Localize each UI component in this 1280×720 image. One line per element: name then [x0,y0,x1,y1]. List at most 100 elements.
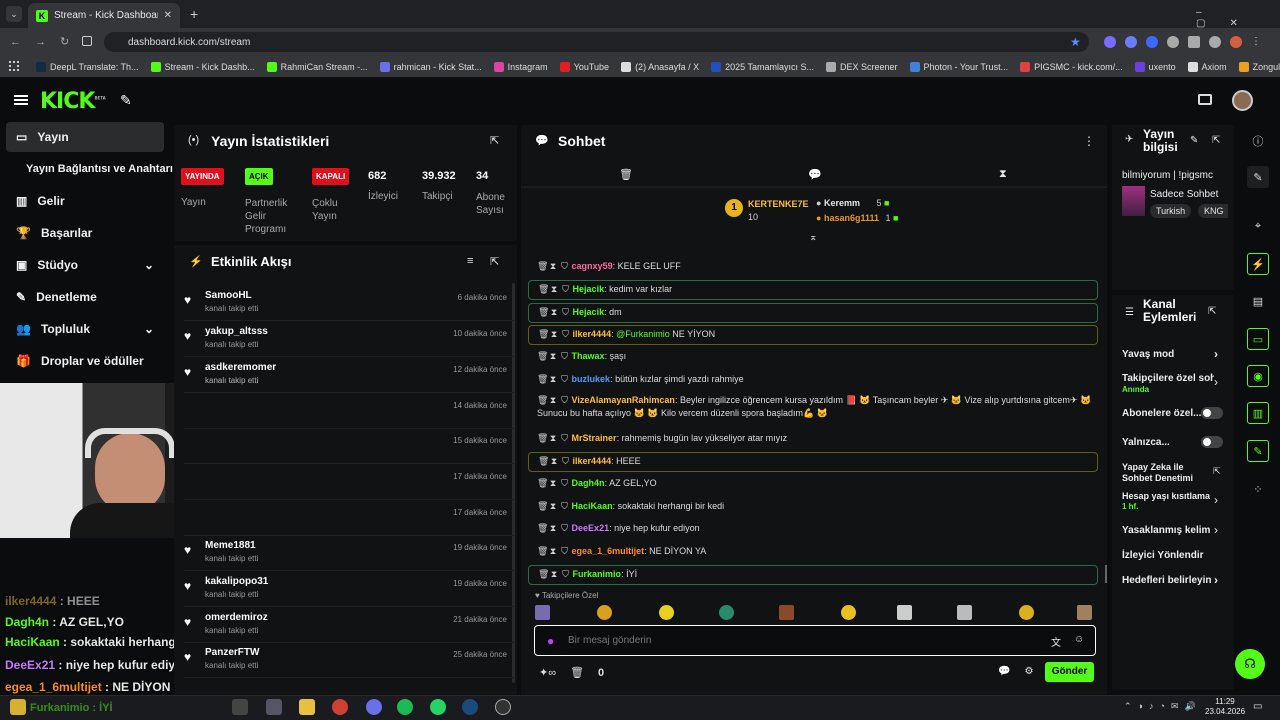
translate-icon[interactable]: 文 [1051,634,1061,649]
bookmark-item[interactable]: Photon - Your Trust... [904,61,1015,72]
chat-settings-icons[interactable]: 💬⚙ [998,666,1047,677]
bookmark-item[interactable]: Axiom [1182,61,1233,72]
timeout-icon[interactable]: ⧗ [550,328,559,341]
delete-icon[interactable]: 🗑 [537,350,548,363]
chat-message[interactable]: 🗑 ⧗ ⛉ cagnxy59: KELE GEL UFF [528,258,1098,276]
shield-icon[interactable]: ⛉ [561,568,570,581]
settings-dots-icon[interactable]: ⁘ [1247,478,1269,500]
list-item[interactable]: ♥ yakup_altsss kanalı takip etti 10 dakika … [184,323,514,357]
chevron-right-icon[interactable]: › [1214,523,1218,537]
list-item[interactable]: ♥ Meme1881 kanalı takip etti 19 dakika önce [184,537,514,571]
bookmark-item[interactable]: Instagram [488,61,554,72]
delete-icon[interactable]: 🗑 [537,500,548,513]
chat-input[interactable]: Bir mesaj gönderin [568,635,651,646]
obs-icon[interactable] [495,699,511,715]
chat-message[interactable]: 🗑 ⧗ ⛉ egea_1_6multijet: NE DİYON YA [528,543,1098,561]
action-hedefler[interactable]: Hedefleri belirleyin › [1122,573,1218,587]
chat-message[interactable]: 🗑 ⧗ ⛉ buzlukek: bütün kızlar şimdi yazdı… [528,371,1098,389]
list-item[interactable]: 14 dakika önce [184,395,514,429]
explorer-icon[interactable] [299,699,315,715]
wrench-icon[interactable]: ✎ [1247,440,1269,462]
chat-message[interactable]: 🗑 ⧗ ⛉ MrStrainer: rahmemiş bugün lav yük… [528,430,1098,448]
list-item[interactable]: 17 dakika önce [184,466,514,500]
chat-message[interactable]: 🗑 ⧗ ⛉ ilker4444: @Furkanimio NE YİYON [528,325,1098,345]
chevron-right-icon[interactable]: › [1214,493,1218,507]
popout-icon[interactable]: ⇱ [1208,306,1216,317]
edit-icon[interactable]: ✎ [1247,166,1269,188]
chat-message[interactable]: 🗑 ⧗ ⛉ ilker4444: HEEE [528,452,1098,472]
action-hesap-yasi[interactable]: Hesap yaşı kısıtlaması [1122,491,1210,501]
bolt-icon[interactable]: ⚡ [1247,253,1269,275]
tab-search-icon[interactable]: ⌄ [6,6,22,22]
chat-username[interactable]: egea_1_6multijet [572,546,645,556]
chat-message[interactable]: 🗑 ⧗ ⛉ Thawax: şaşı [528,348,1098,366]
chat-username[interactable]: Thawax [572,351,605,361]
delete-icon[interactable]: 🗑 [537,260,548,273]
timeout-icon[interactable]: ⧗ [550,568,559,581]
chat-username[interactable]: ilker4444 [573,456,612,466]
shield-icon[interactable]: ⛉ [560,545,569,558]
bookmark-item[interactable]: PIGSMC - kick.com/... [1014,61,1129,72]
shield-icon[interactable]: ⛉ [560,477,569,490]
tv-icon[interactable] [1198,94,1212,105]
delete-icon[interactable]: 🗑 [537,432,548,445]
delete-icon[interactable]: 🗑 [537,522,548,535]
infinity-icon[interactable]: ✦∞ [539,666,556,679]
list-item[interactable]: ♥ omerdemiroz kanalı takip etti 21 dakika ö… [184,609,514,643]
app-icon[interactable] [266,699,282,715]
list-item[interactable]: ♥ SamooHL kanalı takip etti 6 dakika önce [184,287,514,321]
timeout-icon[interactable]: ⧗ [550,455,559,468]
shield-icon[interactable]: ⛉ [560,350,569,363]
nav-buttons[interactable]: ←→↻ [10,35,83,48]
clock[interactable]: 11:29 23.04.2026 [1205,697,1245,717]
chat-mention[interactable]: @Furkanimio [616,329,670,339]
gift-box-icon[interactable]: 🗑 [570,666,584,679]
hourglass-tab-icon[interactable]: ⧗ [999,168,1007,181]
chat-username[interactable]: Hejacik [573,284,605,294]
timeout-icon[interactable]: ⧗ [549,432,558,445]
bookmark-item[interactable]: rahmican - Kick Stat... [374,61,488,72]
chat-username[interactable]: MrStrainer [572,433,617,443]
steam-icon[interactable] [462,699,478,715]
apps-icon[interactable] [9,61,19,71]
chat-message[interactable]: 🗑 ⧗ ⛉ Furkanimio: İYİ [528,565,1098,585]
delete-icon[interactable]: 🗑 [538,568,549,581]
chat-input-box[interactable]: ● Bir mesaj gönderin 文 ☺ [534,625,1096,656]
close-tab-icon[interactable]: ✕ [164,10,172,21]
bookmark-item[interactable]: DEX Screener [820,61,904,72]
timeout-icon[interactable]: ⧗ [549,500,558,513]
collapse-icon[interactable]: ⌅ [809,232,817,243]
kick-logo[interactable]: KICKBETA [40,89,106,114]
sidebar-item-topluluk[interactable]: 👥 Topluluk ⌄ [6,314,164,344]
popout-icon[interactable]: ⇱ [1212,135,1220,146]
sidebar-item-droplar[interactable]: 🎁 Droplar ve ödüller [6,346,164,376]
send-button[interactable]: Gönder [1045,662,1094,682]
bookmark-item[interactable]: Zonguldak İngilizce... [1233,61,1280,72]
delete-icon[interactable]: 🗑 [537,394,548,407]
avatar[interactable] [1232,90,1253,111]
bookmark-item[interactable]: YouTube [554,61,615,72]
chat-message[interactable]: 🗑 ⧗ ⛉ Dagh4n: AZ GEL,YO [528,475,1098,493]
spotify-icon[interactable] [397,699,413,715]
sidebar-item-yayin[interactable]: ▭ Yayın [6,122,164,152]
chat-username[interactable]: Hejacik [573,307,605,317]
sidebar-item-studyo[interactable]: ▣ Stüdyo ⌄ [6,250,164,280]
timeout-icon[interactable]: ⧗ [549,477,558,490]
action-yalnizca[interactable]: Yalnızca... [1122,437,1170,448]
sidebar-item-denetleme[interactable]: ✎ Denetleme [6,282,164,312]
action-takipci-ozel[interactable]: Takipçilere özel sohbet [1122,373,1214,384]
action-yavas-mod[interactable]: Yavaş mod › [1122,347,1218,361]
edit-icon[interactable]: ✎ [1190,135,1198,146]
bookmark-item[interactable]: RahmiCan Stream -... [261,61,374,72]
browser-tab[interactable]: K Stream - Kick Dashboard ✕ [28,3,180,28]
emoji-icon[interactable]: ☺ [1074,634,1084,645]
action-abonelere[interactable]: Abonelere özel... [1122,408,1201,419]
menu-icon[interactable] [14,95,28,105]
address-input[interactable]: dashboard.kick.com/stream [104,32,1089,52]
shield-icon[interactable]: ⛉ [560,432,569,445]
chat-message[interactable]: 🗑 ⧗ ⛉ Hejacik: kedim var kızlar [528,280,1098,300]
discord-icon[interactable] [366,699,382,715]
chat-message[interactable]: 🗑 ⧗ ⛉ Hejacik: dm [528,303,1098,323]
chat-username[interactable]: ilker4444 [573,329,612,339]
shield-icon[interactable]: ⛉ [560,394,569,407]
